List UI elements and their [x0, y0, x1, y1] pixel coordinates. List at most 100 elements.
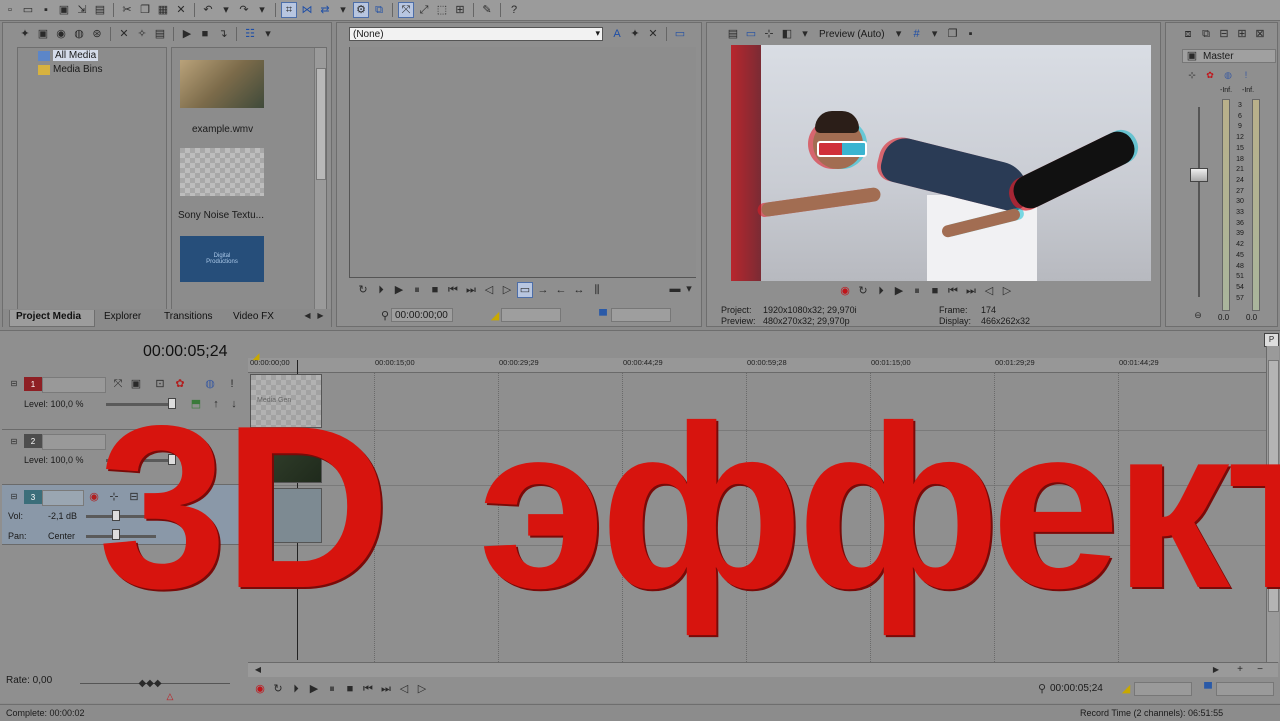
- trimmer-monitor-icon[interactable]: ▭: [672, 26, 688, 42]
- scroll-right-icon[interactable]: ▶: [1208, 662, 1224, 678]
- go-to-end-icon[interactable]: ⏭: [463, 282, 479, 298]
- undo-icon[interactable]: ↶: [200, 2, 216, 18]
- get-photo-icon[interactable]: ◉: [53, 26, 69, 42]
- prev-frame-icon[interactable]: ◁: [481, 282, 497, 298]
- search-media-icon[interactable]: ⊛: [89, 26, 105, 42]
- open-folder-icon[interactable]: ▭: [20, 2, 36, 18]
- copy-icon[interactable]: ❐: [137, 2, 153, 18]
- loop-playback-icon[interactable]: ↻: [270, 681, 286, 697]
- views-dropdown-icon[interactable]: ▾: [260, 26, 276, 42]
- save-snapshot-icon[interactable]: ▪: [963, 26, 979, 42]
- trimmer-text-icon[interactable]: A: [609, 26, 625, 42]
- tab-project-media[interactable]: Project Media: [16, 311, 81, 322]
- play-icon[interactable]: ▶: [391, 282, 407, 298]
- zoom-in-icon[interactable]: +: [1232, 662, 1248, 678]
- trim-icon[interactable]: ⫼: [589, 282, 605, 298]
- track-collapse-icon[interactable]: ⊟: [6, 489, 22, 505]
- prev-frame-icon[interactable]: ◁: [981, 283, 997, 299]
- preview-fx-icon[interactable]: ⊹: [761, 26, 777, 42]
- mixer-meters-icon[interactable]: ⊟: [1216, 26, 1232, 42]
- zoom-tool-icon[interactable]: ⊞: [452, 2, 468, 18]
- external-monitor-icon[interactable]: ▭: [743, 26, 759, 42]
- go-to-end-icon[interactable]: ⏭: [963, 283, 979, 299]
- preview-properties-icon[interactable]: ▤: [725, 26, 741, 42]
- timeline-ruler[interactable]: 00:00:00;00 00:00:15;00 00:00:29;29 00:0…: [248, 358, 1268, 373]
- auto-crossfade-icon[interactable]: ⋈: [299, 2, 315, 18]
- stop-icon[interactable]: ■: [342, 681, 358, 697]
- selection-tool-icon[interactable]: ⬚: [434, 2, 450, 18]
- zoom-out-icon[interactable]: −: [1252, 662, 1268, 678]
- tab-video-fx[interactable]: Video FX: [233, 311, 274, 322]
- whats-this-help-icon[interactable]: ?: [506, 2, 522, 18]
- selection-length-box[interactable]: [1216, 682, 1274, 696]
- views-icon[interactable]: ☷: [242, 26, 258, 42]
- redo-dropdown-icon[interactable]: ▾: [254, 2, 270, 18]
- timeline-h-scrollbar[interactable]: ◀ ▶ + −: [248, 662, 1278, 677]
- pause-icon[interactable]: ⏸: [909, 283, 925, 299]
- play-icon[interactable]: ▶: [306, 681, 322, 697]
- record-icon[interactable]: ◉: [252, 681, 268, 697]
- snapping-icon[interactable]: ⌗: [281, 2, 297, 18]
- play-icon[interactable]: ▶: [891, 283, 907, 299]
- pause-icon[interactable]: ⏸: [409, 282, 425, 298]
- stop-icon[interactable]: ■: [427, 282, 443, 298]
- mixer-props-icon[interactable]: ⧈: [1180, 26, 1196, 42]
- normal-edit-tool-icon[interactable]: ⤧: [398, 2, 414, 18]
- split-screen-icon[interactable]: ◧: [779, 26, 795, 42]
- tree-item-all-media[interactable]: All Media: [38, 50, 99, 61]
- tab-scroll-left-icon[interactable]: ◀: [302, 310, 313, 322]
- track-name-field[interactable]: [42, 434, 106, 450]
- remove-media-icon[interactable]: ✕: [116, 26, 132, 42]
- ripple-dropdown-icon[interactable]: ▾: [335, 2, 351, 18]
- render-icon[interactable]: ⇲: [74, 2, 90, 18]
- loop-playback-icon[interactable]: ↻: [855, 283, 871, 299]
- pen-icon[interactable]: ✎: [479, 2, 495, 18]
- new-file-icon[interactable]: ▫: [2, 2, 18, 18]
- next-frame-icon[interactable]: ▷: [999, 283, 1015, 299]
- ignore-grouping-icon[interactable]: ⧉: [371, 2, 387, 18]
- save-icon[interactable]: ▪: [38, 2, 54, 18]
- trimmer-timecode-box[interactable]: 00:00:00;00: [391, 308, 453, 322]
- go-to-end-icon[interactable]: ⏭: [378, 681, 394, 697]
- go-to-start-icon[interactable]: ⏮: [945, 283, 961, 299]
- pause-icon[interactable]: ⏸: [324, 681, 340, 697]
- tab-transitions[interactable]: Transitions: [164, 311, 213, 322]
- media-thumb-noise[interactable]: [180, 148, 264, 196]
- fit-to-fill-icon[interactable]: ↔: [571, 282, 587, 298]
- preview-quality-dropdown-icon[interactable]: ▾: [891, 26, 907, 42]
- ripple-edit-icon[interactable]: ⇄: [317, 2, 333, 18]
- media-thumb-title[interactable]: Digital Productions: [180, 236, 264, 282]
- cut-icon[interactable]: ✂: [119, 2, 135, 18]
- paste-icon[interactable]: ▦: [155, 2, 171, 18]
- master-mute-icon[interactable]: ◍: [1220, 67, 1236, 83]
- trimmer-options-dropdown-icon[interactable]: ▾: [681, 281, 697, 297]
- add-before-cursor-icon[interactable]: ←: [553, 282, 569, 298]
- mixer-downmix-icon[interactable]: ⧉: [1198, 26, 1214, 42]
- capture-video-icon[interactable]: ▣: [35, 26, 51, 42]
- trimmer-remove-icon[interactable]: ✕: [645, 26, 661, 42]
- add-after-cursor-icon[interactable]: →: [535, 282, 551, 298]
- next-frame-icon[interactable]: ▷: [414, 681, 430, 697]
- go-to-start-icon[interactable]: ⏮: [360, 681, 376, 697]
- get-media-web-icon[interactable]: ◍: [71, 26, 87, 42]
- master-solo-icon[interactable]: !: [1238, 67, 1254, 83]
- track-name-field[interactable]: [42, 490, 84, 506]
- overlays-icon[interactable]: #: [909, 26, 925, 42]
- go-to-start-icon[interactable]: ⏮: [445, 282, 461, 298]
- preview-video-frame[interactable]: [731, 45, 1151, 281]
- tree-item-media-bins[interactable]: Media Bins: [38, 64, 102, 75]
- media-scrollbar[interactable]: [314, 48, 326, 310]
- preview-quality[interactable]: Preview (Auto): [819, 29, 885, 40]
- mixer-add-bus-icon[interactable]: ⊠: [1252, 26, 1268, 42]
- stop-icon[interactable]: ■: [927, 283, 943, 299]
- rate-slider-knob[interactable]: ◆◆◆: [138, 676, 161, 692]
- track-collapse-icon[interactable]: ⊟: [6, 376, 22, 392]
- play-from-start-icon[interactable]: ⏵: [288, 681, 304, 697]
- play-from-start-icon[interactable]: ⏵: [373, 282, 389, 298]
- overlays-dropdown-icon[interactable]: ▾: [927, 26, 943, 42]
- trimmer-fx-icon[interactable]: ✦: [627, 26, 643, 42]
- undo-dropdown-icon[interactable]: ▾: [218, 2, 234, 18]
- trimmer-view[interactable]: [349, 47, 696, 278]
- properties-icon[interactable]: ▤: [92, 2, 108, 18]
- timeline-cursor-time[interactable]: 00:00:05;24: [143, 343, 228, 361]
